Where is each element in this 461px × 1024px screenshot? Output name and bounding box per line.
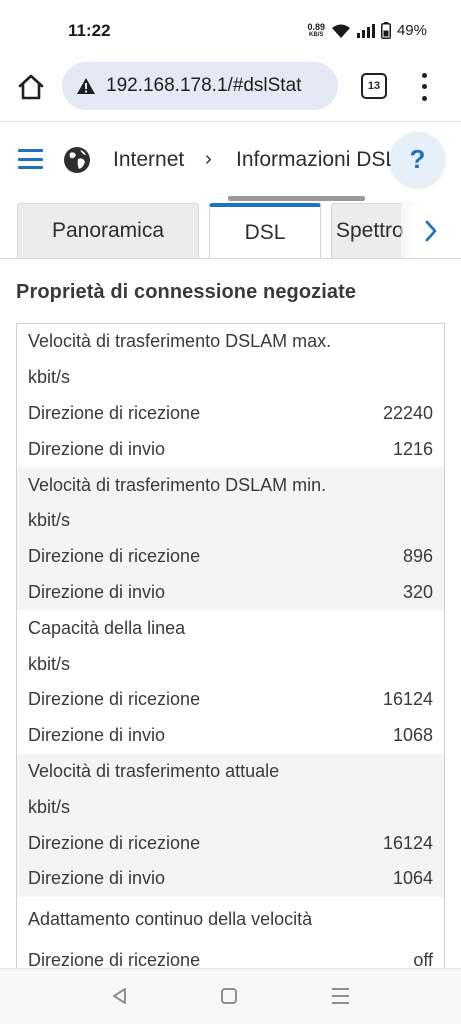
page-header: Internet › Informazioni DSL ? bbox=[0, 132, 461, 190]
row-label: Direzione di ricezione bbox=[28, 689, 201, 710]
status-bar: 11:22 0.89 KB/S 49% bbox=[0, 0, 461, 62]
breadcrumb-current: Informazioni DSL bbox=[236, 148, 392, 171]
group-title: Velocità di trasferimento DSLAM max. bbox=[17, 324, 444, 360]
recent-apps-icon[interactable] bbox=[332, 988, 349, 1004]
group-title-text: Velocità di trasferimento DSLAM max. bbox=[28, 331, 332, 352]
unit-row: kbit/s bbox=[17, 789, 444, 825]
table-row: Direzione di ricezione 896 bbox=[17, 539, 444, 575]
row-label: Direzione di invio bbox=[28, 725, 166, 746]
unit-text: kbit/s bbox=[28, 510, 71, 531]
row-label: Direzione di invio bbox=[28, 868, 166, 889]
unit-row: kbit/s bbox=[17, 646, 444, 682]
network-speed: 0.89 KB/S bbox=[307, 21, 325, 39]
tabs-underline bbox=[0, 258, 461, 259]
row-label: Direzione di invio bbox=[28, 581, 166, 602]
row-label: Direzione di invio bbox=[28, 438, 166, 459]
url-text[interactable]: 192.168.178.1/#dslStat bbox=[106, 75, 301, 97]
group-current-rate: Velocità di trasferimento attuale kbit/s… bbox=[17, 753, 444, 897]
status-icons: 0.89 KB/S 49% bbox=[307, 22, 427, 39]
hamburger-menu-icon[interactable] bbox=[18, 149, 43, 169]
unit-text: kbit/s bbox=[28, 367, 71, 388]
globe-icon bbox=[64, 147, 90, 173]
unit-row: kbit/s bbox=[17, 503, 444, 539]
network-speed-value: 0.89 bbox=[307, 21, 325, 32]
row-label: Direzione di ricezione bbox=[28, 402, 201, 423]
unit-text: kbit/s bbox=[28, 653, 71, 674]
group-title-text: Velocità di trasferimento DSLAM min. bbox=[28, 474, 327, 495]
row-value: 896 bbox=[402, 546, 433, 567]
tab-switcher-button[interactable]: 13 bbox=[361, 73, 387, 99]
more-options-icon[interactable] bbox=[412, 70, 436, 104]
status-time: 11:22 bbox=[68, 21, 111, 40]
group-title-text: Velocità di trasferimento attuale bbox=[28, 760, 280, 781]
group-line-capacity: Capacità della linea kbit/s Direzione di… bbox=[17, 610, 444, 753]
group-title: Velocità di trasferimento attuale bbox=[17, 754, 444, 790]
system-navigation-bar bbox=[0, 968, 461, 1024]
group-title: Velocità di trasferimento DSLAM min. bbox=[17, 467, 444, 503]
tabs-scroll-right-button[interactable] bbox=[401, 203, 461, 258]
row-label: Direzione di ricezione bbox=[28, 546, 201, 567]
row-value: 16124 bbox=[382, 689, 433, 710]
group-rate-adaptation: Adattamento continuo della velocità Dire… bbox=[17, 897, 444, 979]
network-speed-unit: KB/S bbox=[309, 31, 324, 38]
address-bar[interactable]: 192.168.178.1/#dslStat bbox=[62, 62, 338, 110]
warning-icon[interactable] bbox=[76, 77, 96, 95]
chevron-right-icon bbox=[425, 220, 437, 241]
help-button[interactable]: ? bbox=[390, 132, 445, 187]
browser-toolbar: 192.168.178.1/#dslStat 13 bbox=[0, 62, 461, 118]
tab-dsl[interactable]: DSL bbox=[209, 203, 321, 258]
row-value: 16124 bbox=[382, 832, 433, 853]
breadcrumb-internet[interactable]: Internet bbox=[113, 148, 184, 172]
table-row: Direzione di ricezione 22240 bbox=[17, 396, 444, 432]
unit-text: kbit/s bbox=[28, 796, 71, 817]
tab-panoramica[interactable]: Panoramica bbox=[17, 203, 199, 258]
battery-icon bbox=[380, 22, 391, 39]
table-row: Direzione di invio 1064 bbox=[17, 861, 444, 897]
group-dslam-min: Velocità di trasferimento DSLAM min. kbi… bbox=[17, 467, 444, 611]
group-title: Capacità della linea bbox=[17, 610, 444, 646]
table-row: Direzione di invio 1068 bbox=[17, 718, 444, 754]
row-label: Direzione di ricezione bbox=[28, 832, 201, 853]
row-value: 1216 bbox=[392, 438, 433, 459]
table-row: Direzione di ricezione 16124 bbox=[17, 825, 444, 861]
header-scroll-indicator bbox=[228, 196, 365, 201]
table-row: Direzione di invio 320 bbox=[17, 575, 444, 611]
table-row: Direzione di invio 1216 bbox=[17, 431, 444, 467]
toolbar-divider bbox=[0, 121, 461, 122]
row-value: 1068 bbox=[392, 725, 433, 746]
unit-row: kbit/s bbox=[17, 360, 444, 396]
battery-percentage: 49% bbox=[396, 22, 427, 39]
home-nav-icon[interactable] bbox=[221, 988, 237, 1004]
group-title-text: Adattamento continuo della velocità bbox=[28, 909, 313, 930]
connection-properties-table: Velocità di trasferimento DSLAM max. kbi… bbox=[16, 323, 445, 1023]
table-row: Direzione di ricezione 16124 bbox=[17, 682, 444, 718]
signal-icon bbox=[356, 23, 375, 38]
row-value: 320 bbox=[402, 581, 433, 602]
back-icon[interactable] bbox=[111, 987, 127, 1005]
section-title: Proprietà di connessione negoziate bbox=[16, 281, 357, 303]
group-dslam-max: Velocità di trasferimento DSLAM max. kbi… bbox=[17, 324, 444, 467]
wifi-icon bbox=[331, 24, 350, 38]
row-value: 1064 bbox=[392, 868, 433, 889]
group-title: Adattamento continuo della velocità bbox=[17, 897, 444, 943]
breadcrumb-separator: › bbox=[205, 148, 212, 170]
group-title-text: Capacità della linea bbox=[28, 617, 186, 638]
tab-bar: Panoramica DSL Spettro bbox=[0, 203, 461, 259]
row-value: 22240 bbox=[382, 402, 433, 423]
home-icon[interactable] bbox=[16, 72, 46, 102]
